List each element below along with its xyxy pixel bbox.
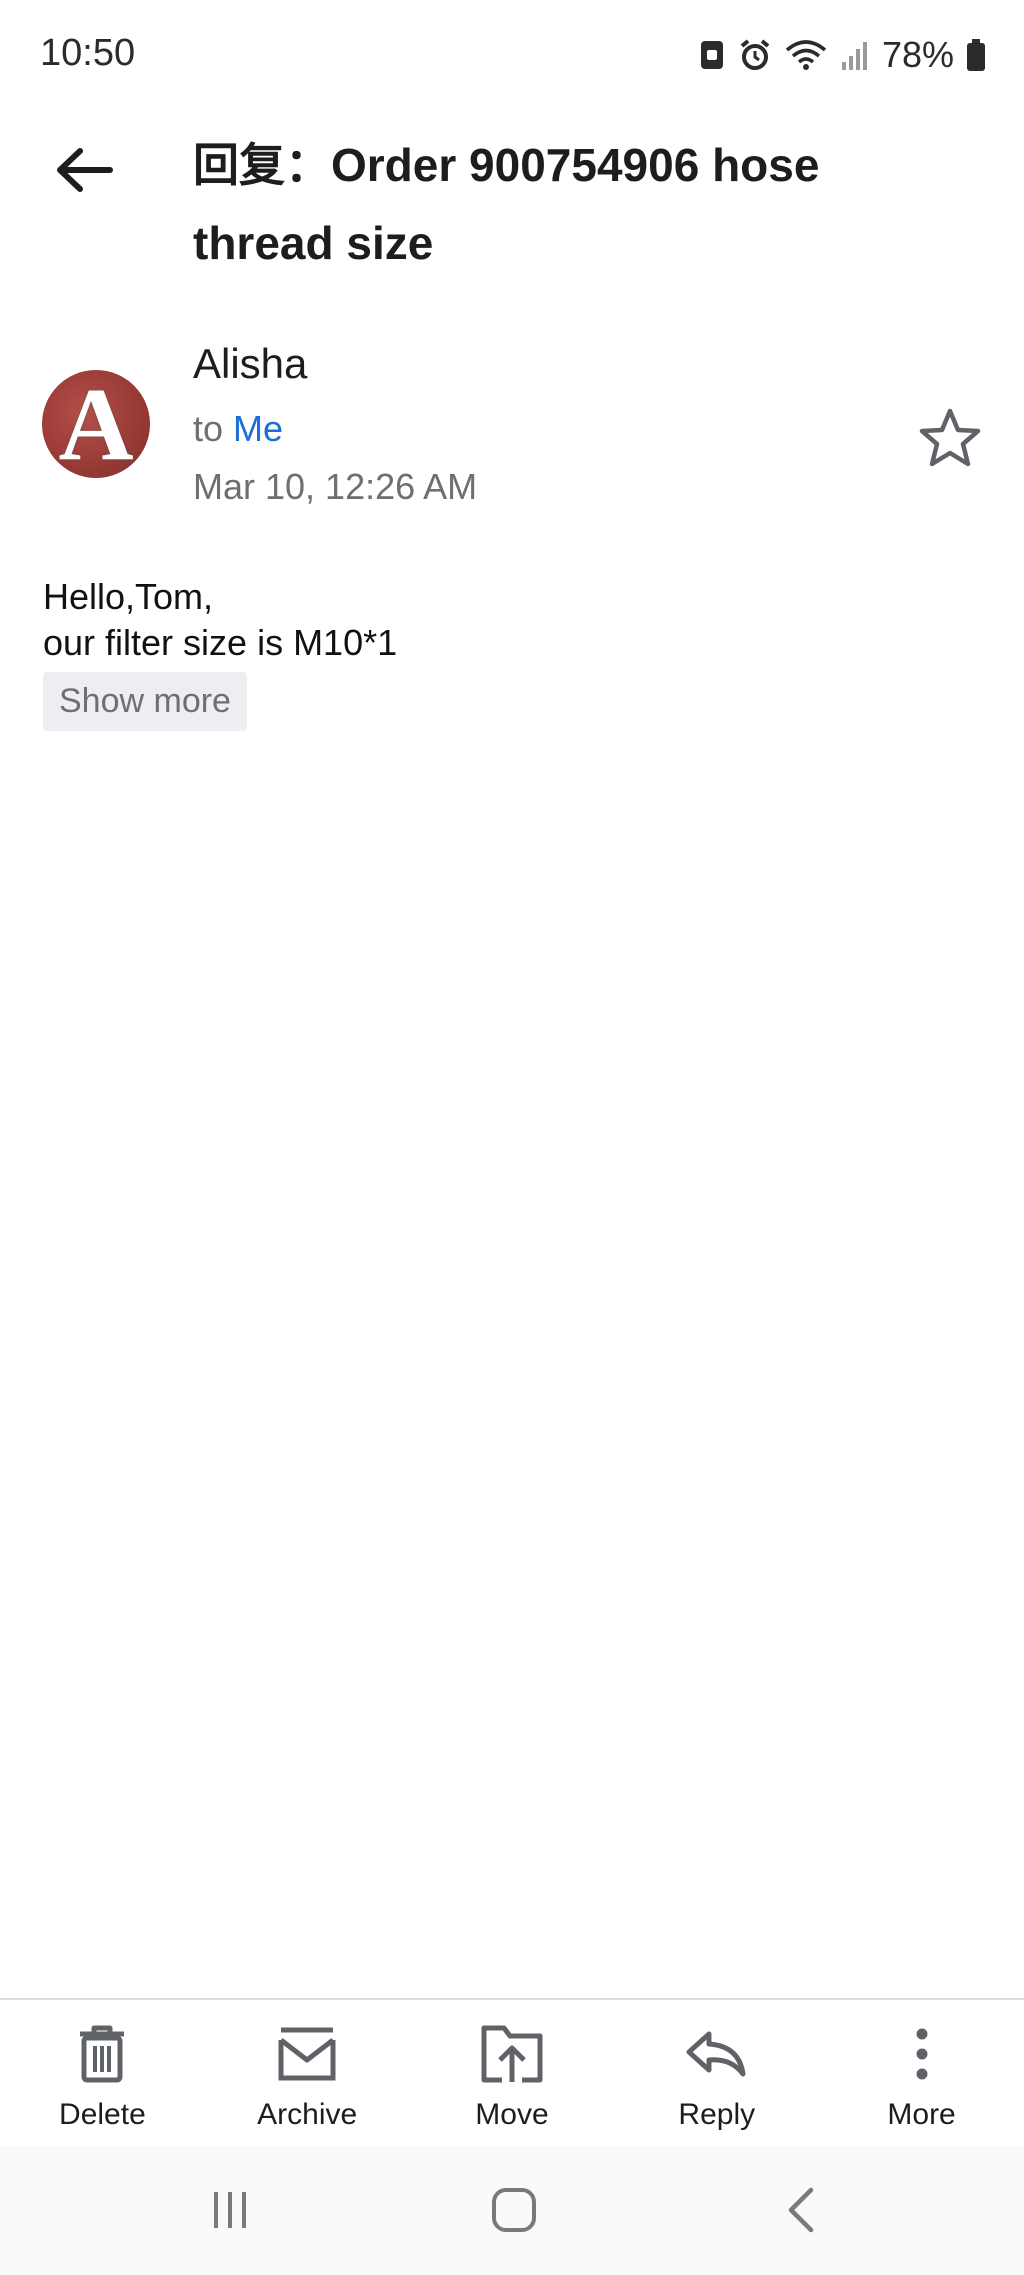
back-arrow-icon <box>57 148 113 192</box>
battery-percentage: 78% <box>881 34 954 75</box>
archive-icon <box>278 2027 336 2081</box>
archive-label: Archive <box>257 2098 358 2131</box>
body-line: Hello,Tom, <box>43 576 214 617</box>
back-nav-button[interactable] <box>756 2174 846 2246</box>
recipient-link[interactable]: Me <box>233 408 283 449</box>
more-button[interactable]: More <box>842 2000 1002 2132</box>
more-vertical-icon <box>916 2028 928 2080</box>
email-subject: 回复：Order 900754906 hose thread size <box>193 139 820 269</box>
star-icon <box>919 408 981 467</box>
recent-apps-button[interactable] <box>185 2174 275 2246</box>
signal-icon <box>841 42 867 70</box>
avatar[interactable]: A <box>42 370 150 478</box>
sim-icon <box>700 41 723 69</box>
delete-label: Delete <box>59 2098 146 2131</box>
reply-button[interactable]: Reply <box>637 2000 797 2132</box>
status-icons: 78% <box>698 34 986 76</box>
move-icon <box>481 2025 543 2083</box>
system-nav-bar <box>0 2146 1024 2275</box>
reply-icon <box>686 2031 746 2077</box>
archive-button[interactable]: Archive <box>227 2000 387 2132</box>
star-button[interactable] <box>910 398 990 478</box>
avatar-letter: A <box>58 370 134 478</box>
recent-apps-icon <box>214 2192 246 2228</box>
sender-block: A Alisha to Me Mar 10, 12:26 AM <box>0 340 1024 520</box>
trash-icon <box>80 2025 125 2083</box>
delete-button[interactable]: Delete <box>22 2000 182 2132</box>
status-time: 10:50 <box>40 32 136 74</box>
sender-name[interactable]: Alisha <box>193 340 307 388</box>
email-body: Hello,Tom, our filter size is M10*1 Show… <box>43 574 983 731</box>
back-button[interactable] <box>44 130 124 210</box>
reply-label: Reply <box>678 2098 756 2131</box>
alarm-icon <box>740 39 770 70</box>
move-label: Move <box>475 2098 549 2131</box>
home-button[interactable] <box>469 2174 559 2246</box>
wifi-icon <box>785 40 827 70</box>
show-more-button[interactable]: Show more <box>43 672 247 731</box>
move-button[interactable]: Move <box>432 2000 592 2132</box>
to-label: to <box>193 408 224 449</box>
body-line: our filter size is M10*1 <box>43 622 398 663</box>
battery-icon <box>967 39 985 71</box>
status-bar: 10:50 78% <box>0 0 1024 110</box>
recipient-line: to Me <box>193 408 283 450</box>
email-header: 回复：Order 900754906 hose thread size <box>0 110 1024 290</box>
email-date: Mar 10, 12:26 AM <box>193 466 478 507</box>
back-nav-icon <box>788 2187 814 2233</box>
more-label: More <box>887 2098 956 2131</box>
action-bar: Delete Archive Move Reply More <box>0 1998 1024 2148</box>
home-icon <box>492 2188 536 2232</box>
